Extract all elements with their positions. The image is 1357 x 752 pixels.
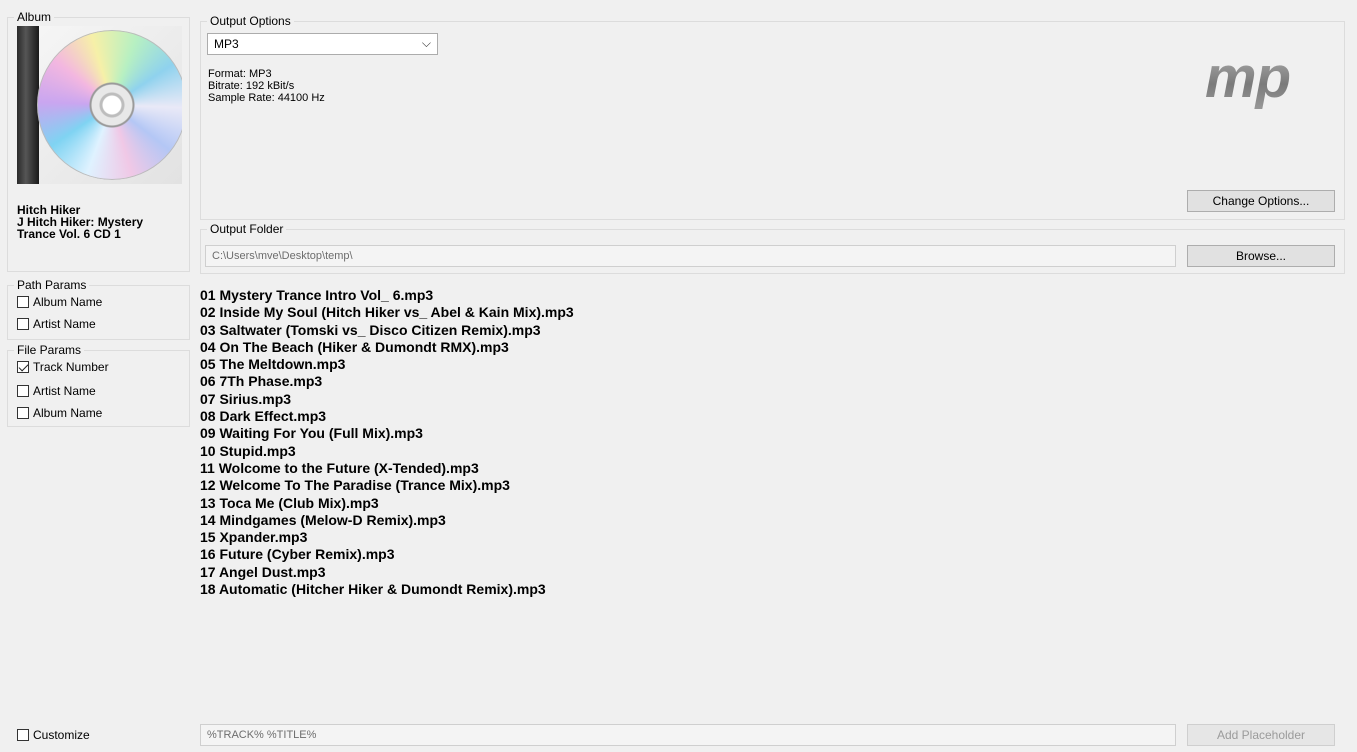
track-item[interactable]: 12 Welcome To The Paradise (Trance Mix).… [200, 477, 574, 494]
cd-case-spine [17, 26, 39, 184]
track-item[interactable]: 07 Sirius.mp3 [200, 391, 574, 408]
file-track-number-checkbox[interactable]: Track Number [17, 360, 109, 374]
bitrate-line: Bitrate: 192 kBit/s [208, 80, 295, 92]
track-item[interactable]: 02 Inside My Soul (Hitch Hiker vs_ Abel … [200, 304, 574, 321]
checkbox-box[interactable] [17, 296, 29, 308]
filename-pattern-field[interactable]: %TRACK% %TITLE% [200, 724, 1176, 746]
checkbox-label: Album Name [33, 295, 103, 309]
track-item[interactable]: 11 Wolcome to the Future (X-Tended).mp3 [200, 460, 574, 477]
checkbox-label: Artist Name [33, 317, 96, 331]
checkbox-box[interactable] [17, 385, 29, 397]
file-artist-name-checkbox[interactable]: Artist Name [17, 384, 96, 398]
checkbox-box[interactable] [17, 729, 29, 741]
customize-checkbox[interactable]: Customize [17, 728, 90, 742]
mp3-logo-text: mp [1205, 45, 1290, 110]
add-placeholder-button[interactable]: Add Placeholder [1187, 724, 1335, 746]
track-item[interactable]: 13 Toca Me (Club Mix).mp3 [200, 495, 574, 512]
file-album-name-checkbox[interactable]: Album Name [17, 406, 102, 420]
format-select[interactable]: MP3 ⌵ [207, 33, 438, 55]
track-item[interactable]: 10 Stupid.mp3 [200, 443, 574, 460]
checkbox-box-checked[interactable] [17, 361, 29, 373]
track-item[interactable]: 08 Dark Effect.mp3 [200, 408, 574, 425]
change-options-button[interactable]: Change Options... [1187, 190, 1335, 212]
samplerate-line: Sample Rate: 44100 Hz [208, 92, 325, 104]
mp3-logo-icon: mp3 [1205, 44, 1308, 111]
cd-disc-icon [37, 30, 182, 180]
album-title: J Hitch Hiker: Mystery Trance Vol. 6 CD … [17, 215, 144, 241]
track-item[interactable]: 09 Waiting For You (Full Mix).mp3 [200, 425, 574, 442]
chevron-down-icon[interactable]: ⌵ [422, 36, 431, 51]
customize-label: Customize [33, 728, 90, 742]
checkbox-label: Track Number [33, 360, 109, 374]
path-album-name-checkbox[interactable]: Album Name [17, 295, 102, 309]
format-info: Format: MP3 Bitrate: 192 kBit/s Sample R… [208, 68, 325, 104]
track-item[interactable]: 06 7Th Phase.mp3 [200, 373, 574, 390]
track-item[interactable]: 14 Mindgames (Melow-D Remix).mp3 [200, 512, 574, 529]
path-artist-name-checkbox[interactable]: Artist Name [17, 317, 96, 331]
track-item[interactable]: 18 Automatic (Hitcher Hiker & Dumondt Re… [200, 581, 574, 598]
file-params-legend: File Params [17, 343, 82, 357]
track-item[interactable]: 03 Saltwater (Tomski vs_ Disco Citizen R… [200, 322, 574, 339]
album-legend: Album [17, 10, 52, 24]
track-item[interactable]: 04 On The Beach (Hiker & Dumondt RMX).mp… [200, 339, 574, 356]
track-item[interactable]: 05 The Meltdown.mp3 [200, 356, 574, 373]
track-list: 01 Mystery Trance Intro Vol_ 6.mp3 02 In… [200, 287, 574, 598]
album-info: Hitch Hiker J Hitch Hiker: Mystery Tranc… [17, 204, 187, 240]
output-options-legend: Output Options [210, 14, 291, 28]
checkbox-box[interactable] [17, 407, 29, 419]
mp3-logo-superscript: 3 [1290, 40, 1308, 78]
format-select-value: MP3 [214, 37, 239, 51]
path-params-legend: Path Params [17, 278, 87, 292]
checkbox-label: Album Name [33, 406, 103, 420]
track-item[interactable]: 15 Xpander.mp3 [200, 529, 574, 546]
track-item[interactable]: 16 Future (Cyber Remix).mp3 [200, 546, 574, 563]
output-folder-legend: Output Folder [210, 222, 284, 236]
album-cover-image [17, 26, 182, 184]
output-folder-path-field[interactable]: C:\Users\mve\Desktop\temp\ [205, 245, 1176, 267]
checkbox-box[interactable] [17, 318, 29, 330]
checkbox-label: Artist Name [33, 384, 96, 398]
track-item[interactable]: 01 Mystery Trance Intro Vol_ 6.mp3 [200, 287, 574, 304]
browse-button[interactable]: Browse... [1187, 245, 1335, 267]
format-line: Format: MP3 [208, 68, 272, 80]
track-item[interactable]: 17 Angel Dust.mp3 [200, 564, 574, 581]
